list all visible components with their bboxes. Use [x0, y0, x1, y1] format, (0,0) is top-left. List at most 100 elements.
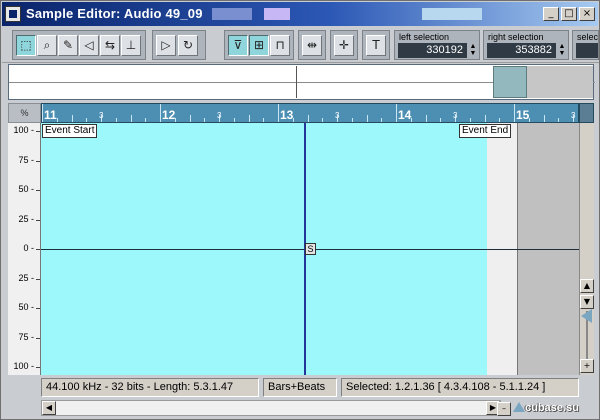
amplitude-label: 0 - [23, 243, 34, 253]
ruler-sub-tick [292, 118, 294, 122]
window-title: Sample Editor: Audio 49_09 [26, 6, 203, 21]
amplitude-label: 25 - [18, 272, 34, 283]
speaker-icon[interactable]: ◁ [79, 35, 99, 56]
event-end-marker[interactable]: Event End [459, 124, 512, 138]
ruler-sub-tick [189, 115, 191, 122]
ruler-sub-tick [425, 115, 427, 122]
overview-cursor [296, 66, 297, 98]
status-format: 44.100 kHz - 32 bits - Length: 5.3.1.47 [41, 378, 259, 397]
lock-icon[interactable]: ⊥ [121, 35, 141, 56]
amplitude-tick [36, 278, 40, 280]
zoom-in-button[interactable]: + [580, 359, 594, 373]
scroll-up-button[interactable]: ▲ [580, 279, 594, 293]
loop-icon[interactable]: ↻ [178, 35, 198, 56]
ruler-sub-tick [204, 118, 206, 122]
overview-outside-event [527, 66, 593, 98]
hitpoint-group: ⇹ [298, 30, 326, 60]
overview-view-rectangle[interactable] [493, 66, 527, 98]
select-field[interactable] [576, 43, 598, 58]
minimize-button[interactable]: _ [543, 7, 559, 21]
amplitude-label: 100 - [13, 361, 34, 371]
amplitude-tick [36, 131, 40, 132]
grid-icon[interactable]: ⊞ [249, 35, 269, 56]
magnifier-icon[interactable]: ⌕ [37, 35, 57, 56]
time-ruler[interactable]: 11 3 12 3 13 3 14 3 15 3 [41, 103, 579, 123]
right-selection-label: right selection [488, 32, 544, 42]
vertical-zoom-slider[interactable] [581, 309, 592, 323]
ruler-menu-button[interactable] [579, 103, 594, 123]
range-selection-icon[interactable]: ⬚ [16, 35, 36, 56]
ruler-sub-tick [71, 115, 73, 122]
ruler-bar-number: 15 [516, 108, 530, 122]
ruler-sub-tick [86, 118, 88, 122]
scroll-left-button[interactable]: ◀ [42, 401, 56, 415]
amplitude-label: 75 - [18, 331, 34, 342]
waveform-overview[interactable] [8, 64, 595, 100]
play-icon[interactable]: ▷ [156, 35, 176, 56]
bracket-icon[interactable]: ⊓ [270, 35, 290, 56]
left-selection-spinner[interactable]: ▲ ▼ [469, 43, 477, 58]
horizontal-zoom-slider[interactable] [513, 402, 525, 412]
right-selection-spinner[interactable]: ▲ ▼ [558, 43, 566, 58]
ruler-sub-tick [248, 115, 250, 122]
snap-group: ⊽ ⊞ ⊓ [224, 30, 294, 60]
select-box: selec [572, 30, 599, 60]
amplitude-tick [36, 337, 40, 339]
ruler-bar-tick [514, 104, 515, 122]
ruler-sub-tick [543, 115, 545, 122]
ruler-bar-number: 12 [162, 108, 176, 122]
ruler-beat-number: 3 [335, 111, 340, 120]
left-selection-field[interactable]: 330192 [398, 43, 467, 58]
crosshair-icon[interactable]: ✛ [334, 35, 354, 56]
ruler-beat-number: 3 [453, 111, 458, 120]
tool-group: ⬚ ⌕ ✎ ◁ ⇆ ⊥ [12, 30, 146, 60]
maximize-button[interactable]: □ [561, 7, 577, 21]
ruler-sub-tick [263, 118, 265, 122]
sample-editor-window: Sample Editor: Audio 49_09 _ □ × ⬚ ⌕ ✎ ◁… [0, 0, 600, 420]
amplitude-tick [36, 190, 40, 191]
amplitude-label: 100 - [13, 125, 34, 135]
pencil-icon[interactable]: ✎ [58, 35, 78, 56]
title-decoration [264, 8, 290, 20]
ruler-sub-tick [115, 118, 117, 122]
ruler-bar-tick [278, 104, 279, 122]
ruler-sub-tick [499, 118, 501, 122]
waveform-display[interactable]: Event Start Event End S [41, 123, 579, 375]
ruler-sub-tick [56, 118, 58, 122]
ruler-sub-tick [174, 118, 176, 122]
transport-group: ▷ ↻ [152, 30, 206, 60]
snap-icon[interactable]: ⊽ [228, 35, 248, 56]
status-selected: Selected: 1.2.1.36 [ 4.3.4.108 - 5.1.1.2… [341, 378, 579, 397]
status-time-mode[interactable]: Bars+Beats [263, 378, 337, 397]
scrub-icon[interactable]: ⇆ [100, 35, 120, 56]
amplitude-label: 75 - [18, 154, 34, 165]
ruler-beat-number: 3 [99, 111, 104, 120]
ruler-unit-corner[interactable]: % [8, 103, 41, 123]
scroll-down-button[interactable]: ▼ [580, 295, 594, 309]
title-decoration [422, 8, 482, 20]
close-button[interactable]: × [579, 7, 595, 21]
ruler-sub-tick [440, 118, 442, 122]
amplitude-tick [36, 219, 40, 221]
amplitude-tick [36, 160, 40, 162]
right-selection-field[interactable]: 353882 [487, 43, 556, 58]
ruler-sub-tick [145, 118, 147, 122]
marker-group: T [362, 30, 390, 60]
amplitude-label: 50 - [18, 302, 34, 312]
snap-point-marker[interactable]: S [305, 243, 316, 255]
amplitude-tick [36, 308, 40, 309]
left-selection-box: left selection 330192 ▲ ▼ [394, 30, 480, 60]
watermark-logo: cubase.su [525, 402, 579, 414]
ruler-sub-tick [469, 118, 471, 122]
right-selection-box: right selection 353882 ▲ ▼ [483, 30, 569, 60]
title-bar[interactable]: Sample Editor: Audio 49_09 _ □ × [2, 2, 598, 26]
app-icon[interactable] [5, 6, 21, 22]
horizontal-scrollbar[interactable]: ◀ ▶ [41, 400, 501, 416]
hitpoint-icon[interactable]: ⇹ [302, 35, 322, 56]
ruler-bar-number: 13 [280, 108, 294, 122]
marker-icon[interactable]: T [366, 35, 386, 56]
zoom-out-button[interactable]: – [497, 402, 511, 416]
crosshair-group: ✛ [330, 30, 358, 60]
event-start-marker[interactable]: Event Start [42, 124, 98, 138]
left-selection-label: left selection [399, 32, 450, 42]
